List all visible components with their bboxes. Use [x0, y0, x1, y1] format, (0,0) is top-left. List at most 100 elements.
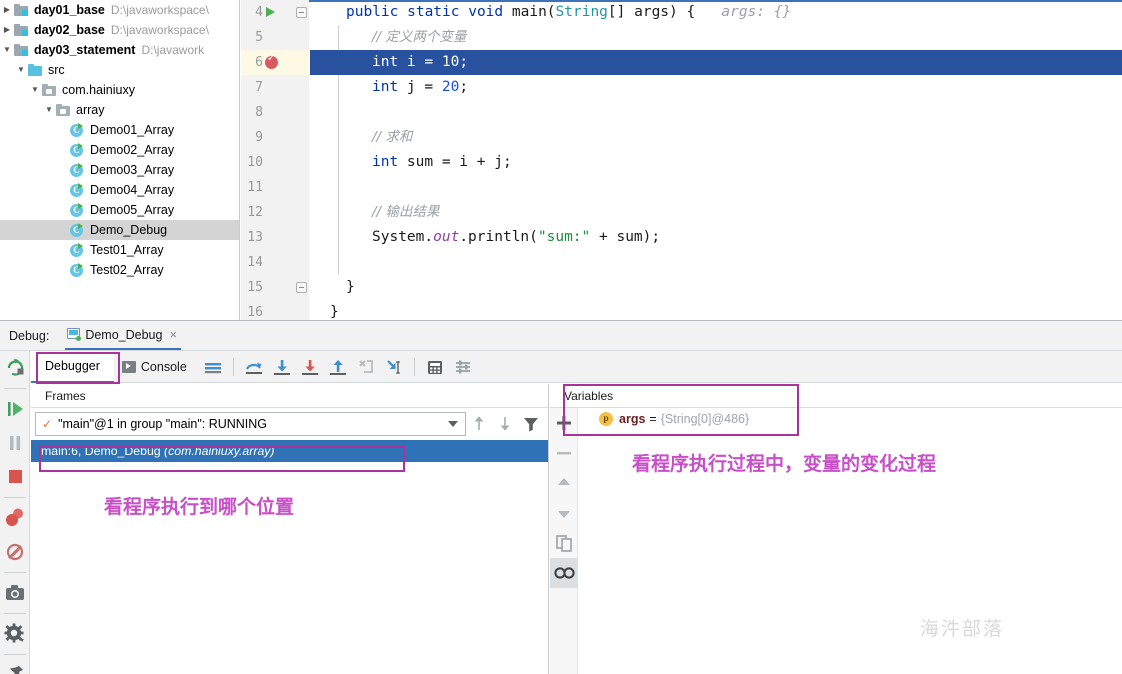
filter-frames-button[interactable] — [518, 411, 544, 437]
remove-watch-button[interactable] — [550, 438, 578, 468]
project-tree[interactable]: ▶ day01_base D:\javaworkspace\ ▶ day02_base D… — [0, 0, 240, 320]
pause-program-button[interactable] — [0, 426, 30, 460]
variables-body[interactable]: p args = {String[0]@486} — [579, 408, 1122, 674]
tree-item-test01-array[interactable]: C Test01_Array — [0, 240, 239, 260]
debug-session-tab[interactable]: Demo_Debug × — [65, 321, 182, 350]
editor-line[interactable]: 15} — [241, 275, 1122, 300]
editor-line[interactable]: 14 — [241, 250, 1122, 275]
editor-line[interactable]: 5 // 定义两个变量 — [241, 25, 1122, 50]
tree-item-demo01-array[interactable]: C Demo01_Array — [0, 120, 239, 140]
move-frame-up-button[interactable] — [466, 411, 492, 437]
chevron-down-icon[interactable] — [448, 421, 458, 427]
mute-breakpoints-button[interactable] — [0, 535, 30, 569]
editor-gutter[interactable]: 14 — [241, 250, 309, 275]
editor-line[interactable]: 8 — [241, 100, 1122, 125]
code-fold-icon[interactable] — [296, 282, 307, 293]
tree-item-day03-statement[interactable]: ▼ day03_statement D:\javawork — [0, 40, 239, 60]
evaluate-expression-button[interactable] — [421, 353, 449, 381]
resume-program-button[interactable] — [0, 392, 30, 426]
editor-gutter[interactable]: 6 — [241, 50, 309, 75]
add-watch-button[interactable] — [550, 408, 578, 438]
settings-button[interactable] — [0, 617, 30, 651]
step-over-button[interactable] — [240, 353, 268, 381]
get-thread-dump-button[interactable] — [0, 576, 30, 610]
frame-row[interactable]: main:6, Demo_Debug (com.hainiuxy.array) — [31, 440, 548, 462]
tree-item-src[interactable]: ▼ src — [0, 60, 239, 80]
copy-value-button[interactable] — [550, 528, 578, 558]
tree-item-demo02-array[interactable]: C Demo02_Array — [0, 140, 239, 160]
tree-item-demo03-array[interactable]: C Demo03_Array — [0, 160, 239, 180]
chevron-down-icon[interactable]: ▼ — [0, 40, 14, 60]
tree-item-test02-array[interactable]: C Test02_Array — [0, 260, 239, 280]
chevron-down-icon[interactable]: ▼ — [14, 60, 28, 80]
stop-icon — [9, 470, 22, 483]
editor-gutter[interactable]: 8 — [241, 100, 309, 125]
tree-item-com-hainiuxy[interactable]: ▼ com.hainiuxy — [0, 80, 239, 100]
editor-line[interactable]: 9 // 求和 — [241, 125, 1122, 150]
rerun-button[interactable] — [0, 351, 30, 385]
move-up-button[interactable] — [550, 468, 578, 498]
editor-gutter[interactable]: 15 — [241, 275, 309, 300]
inline-watches-button[interactable] — [550, 558, 578, 588]
step-into-button[interactable] — [268, 353, 296, 381]
chevron-down-icon[interactable]: ▼ — [42, 100, 56, 120]
editor-line[interactable]: 13 System.out.println("sum:" + sum); — [241, 225, 1122, 250]
editor-line[interactable]: 10 int sum = i + j; — [241, 150, 1122, 175]
view-breakpoints-button[interactable] — [0, 501, 30, 535]
frame-list[interactable]: main:6, Demo_Debug (com.hainiuxy.array) — [31, 440, 548, 462]
code-fold-icon[interactable] — [296, 7, 307, 18]
editor-gutter[interactable]: 11 — [241, 175, 309, 200]
close-icon[interactable]: × — [169, 327, 177, 342]
step-out-button[interactable] — [324, 353, 352, 381]
tree-item-array[interactable]: ▼ array — [0, 100, 239, 120]
editor-gutter[interactable]: 7 — [241, 75, 309, 100]
breakpoint-icon[interactable] — [265, 53, 278, 69]
editor-gutter[interactable]: 9 — [241, 125, 309, 150]
tree-item-demo05-array[interactable]: C Demo05_Array — [0, 200, 239, 220]
move-down-button[interactable] — [550, 498, 578, 528]
chevron-right-icon[interactable]: ▶ — [0, 0, 14, 20]
settings-button[interactable] — [449, 353, 477, 381]
editor-line[interactable]: 7 int j = 20; — [241, 75, 1122, 100]
editor-line[interactable]: 4 public static void main(String[] args) … — [241, 0, 1122, 25]
tree-item-label: Demo_Debug — [90, 223, 168, 237]
force-step-into-button[interactable] — [296, 353, 324, 381]
editor-gutter[interactable]: 10 — [241, 150, 309, 175]
chevron-down-icon[interactable]: ▼ — [28, 80, 42, 100]
editor-gutter[interactable]: 16 — [241, 300, 309, 320]
code-editor[interactable]: 4 public static void main(String[] args) … — [241, 0, 1122, 320]
run-to-cursor-button[interactable] — [380, 353, 408, 381]
tab-console[interactable]: Console — [114, 351, 199, 383]
tree-item-day01-base[interactable]: ▶ day01_base D:\javaworkspace\ — [0, 0, 239, 20]
code-text: // 输出结果 — [310, 200, 1122, 225]
editor-line[interactable]: 11 — [241, 175, 1122, 200]
tree-item-demo-debug[interactable]: C Demo_Debug — [0, 220, 239, 240]
editor-line[interactable]: 16} — [241, 300, 1122, 320]
editor-line[interactable]: 12 // 输出结果 — [241, 200, 1122, 225]
pin-tab-button[interactable] — [0, 658, 30, 674]
drop-frame-button[interactable] — [352, 353, 380, 381]
run-method-icon[interactable] — [266, 7, 275, 17]
chevron-right-icon[interactable]: ▶ — [0, 20, 14, 40]
tree-item-demo04-array[interactable]: C Demo04_Array — [0, 180, 239, 200]
editor-gutter[interactable]: 13 — [241, 225, 309, 250]
tab-debugger[interactable]: Debugger — [31, 350, 114, 383]
code-text: // 求和 — [310, 125, 1122, 150]
editor-gutter[interactable]: 5 — [241, 25, 309, 50]
show-execution-point-button[interactable] — [199, 353, 227, 381]
stop-button[interactable] — [0, 460, 30, 494]
move-frame-down-button[interactable] — [492, 411, 518, 437]
editor-line[interactable]: 6 int i = 10; — [241, 50, 1122, 75]
copy-icon — [556, 535, 572, 552]
tree-item-day02-base[interactable]: ▶ day02_base D:\javaworkspace\ — [0, 20, 239, 40]
editor-gutter[interactable]: 12 — [241, 200, 309, 225]
thread-select[interactable]: ✓ "main"@1 in group "main": RUNNING — [35, 412, 466, 436]
variable-row[interactable]: p args = {String[0]@486} — [579, 408, 1122, 430]
code-token: ( — [546, 4, 556, 20]
editor-gutter[interactable]: 4 — [241, 0, 309, 25]
